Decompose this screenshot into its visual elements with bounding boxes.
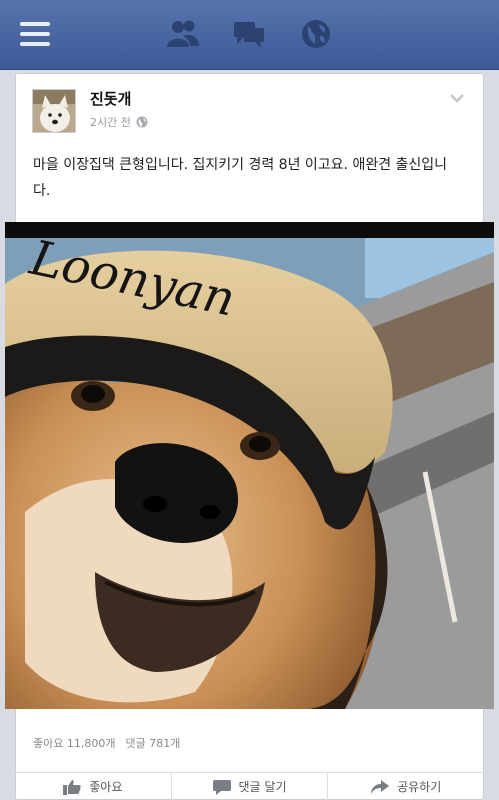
globe-icon[interactable] (298, 16, 334, 52)
comment-icon (212, 779, 231, 795)
comment-count[interactable]: 댓글 781개 (125, 735, 180, 751)
post-stats: 좋아요 11,800개 댓글 781개 (33, 735, 180, 751)
comment-button[interactable]: 댓글 달기 (172, 773, 329, 800)
post-actions-bar: 좋아요 댓글 달기 공유하기 (15, 772, 484, 800)
avatar[interactable] (32, 89, 76, 133)
like-button-label: 좋아요 (89, 780, 123, 794)
author-name[interactable]: 진돗개 (90, 88, 131, 109)
menu-icon[interactable] (20, 22, 50, 46)
comment-button-label: 댓글 달기 (238, 780, 287, 794)
share-button-label: 공유하기 (397, 780, 442, 794)
messages-icon[interactable] (231, 16, 267, 52)
post-text: 마을 이장집댁 큰형입니다. 집지키기 경력 8년 이고요. 애완견 출신입니다… (33, 157, 448, 199)
post-timestamp[interactable]: 2시간 전 (90, 114, 131, 130)
chevron-down-icon[interactable] (449, 92, 465, 104)
post-photo[interactable]: Loonyan (5, 222, 494, 709)
top-navigation-bar (0, 0, 499, 70)
like-button[interactable]: 좋아요 (15, 773, 172, 800)
like-count[interactable]: 좋아요 11,800개 (33, 735, 115, 751)
thumbs-up-icon (63, 779, 81, 795)
post-meta: 2시간 전 (90, 114, 148, 130)
share-icon (371, 779, 390, 794)
friends-icon[interactable] (165, 16, 201, 52)
public-globe-icon (136, 116, 148, 128)
share-button[interactable]: 공유하기 (328, 773, 484, 800)
